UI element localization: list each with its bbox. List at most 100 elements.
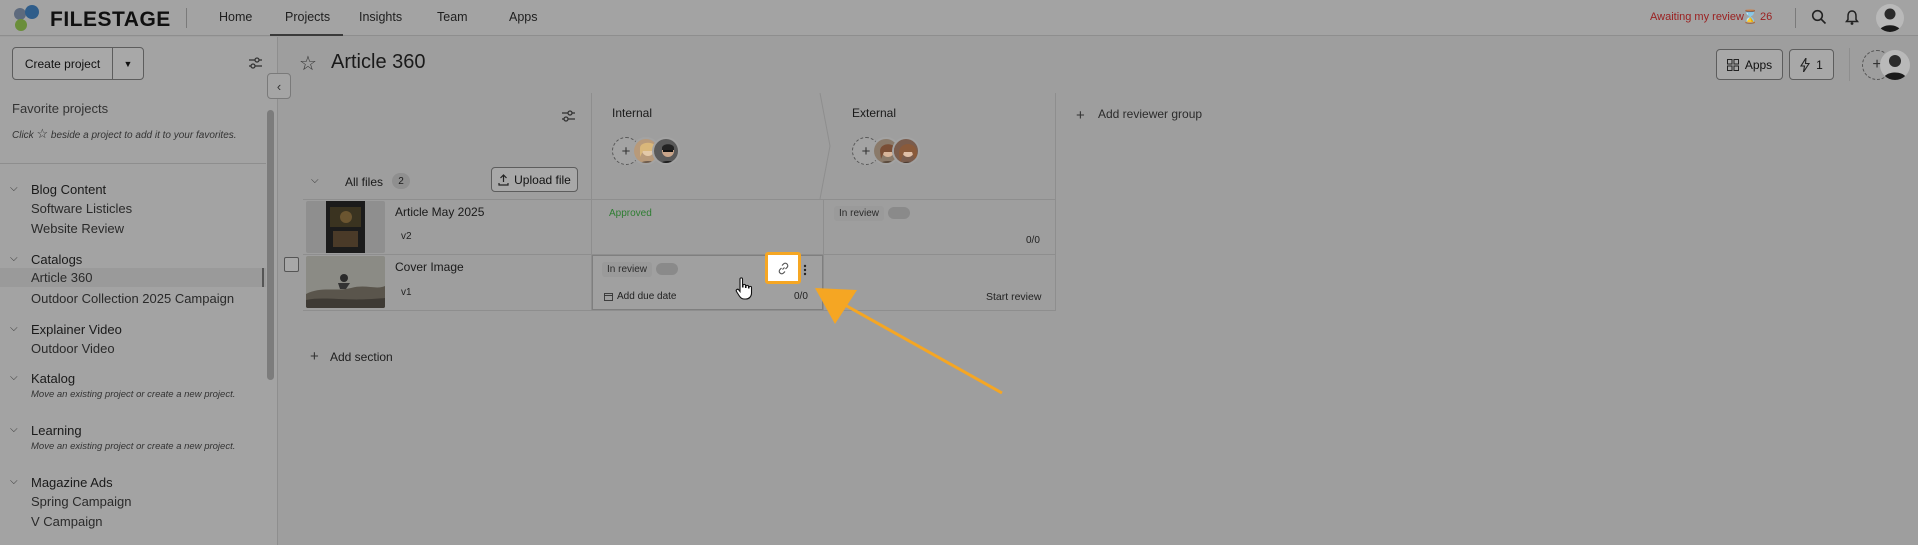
status-badge: In review: [602, 262, 653, 277]
file-version[interactable]: v2: [401, 231, 412, 242]
awaiting-review-count[interactable]: 26: [1760, 11, 1772, 23]
chevron-down-icon[interactable]: ⌵: [10, 323, 18, 334]
copy-review-link-button[interactable]: [765, 252, 801, 284]
bell-icon[interactable]: [1844, 9, 1860, 26]
project-item-outdoor-collection[interactable]: Outdoor Collection 2025 Campaign: [31, 291, 234, 306]
project-item-outdoor-video[interactable]: Outdoor Video: [31, 341, 115, 356]
annotation-arrow: [805, 280, 1005, 400]
search-icon[interactable]: [1811, 9, 1827, 25]
reviewer-avatar[interactable]: [892, 137, 920, 165]
section-title-all-files[interactable]: All files: [345, 175, 383, 189]
brand-logo-text[interactable]: FILESTAGE: [50, 8, 171, 32]
column-settings-icon[interactable]: [561, 109, 576, 123]
page-title: Article 360: [331, 51, 426, 73]
file-thumbnail[interactable]: [306, 256, 385, 308]
filter-sliders-icon[interactable]: [248, 56, 263, 70]
project-group-magazine-ads[interactable]: Magazine Ads: [31, 475, 113, 490]
filestage-logo-icon[interactable]: [12, 4, 46, 32]
nav-home[interactable]: Home: [219, 10, 252, 24]
link-icon: [777, 262, 790, 275]
upload-file-label: Upload file: [514, 172, 571, 187]
collapse-sidebar-button[interactable]: ‹: [267, 73, 291, 99]
review-progress: 0/0: [1026, 235, 1040, 246]
project-group-blog-content[interactable]: Blog Content: [31, 182, 106, 197]
chevron-down-icon[interactable]: ⌵: [10, 253, 18, 264]
more-options-icon[interactable]: [803, 264, 807, 276]
awaiting-review-link[interactable]: Awaiting my review: [1650, 11, 1744, 23]
empty-group-hint: Move an existing project or create a new…: [31, 441, 236, 452]
project-group-learning[interactable]: Learning: [31, 423, 82, 438]
upload-icon: [498, 173, 509, 186]
project-item-software-listicles[interactable]: Software Listicles: [31, 201, 132, 216]
project-item-website-review[interactable]: Website Review: [31, 221, 124, 236]
nav-projects[interactable]: Projects: [285, 10, 330, 24]
create-project-dropdown-button[interactable]: ▼: [112, 47, 144, 80]
file-thumbnail[interactable]: [306, 201, 385, 253]
plus-icon[interactable]: +: [1076, 107, 1085, 124]
chevron-down-icon[interactable]: ⌵: [10, 372, 18, 383]
favorites-hint: Click ☆ beside a project to add it to yo…: [12, 126, 237, 142]
row-divider: [303, 199, 1056, 200]
apps-button-label: Apps: [1744, 57, 1773, 72]
member-avatar[interactable]: [1880, 50, 1910, 80]
divider: [1849, 48, 1850, 81]
add-section-button[interactable]: Add section: [330, 350, 393, 364]
project-group-explainer-video[interactable]: Explainer Video: [31, 322, 122, 337]
chevron-down-icon[interactable]: ⌵: [10, 183, 18, 194]
project-group-catalogs[interactable]: Catalogs: [31, 252, 82, 267]
status-badge: In review: [834, 206, 885, 221]
divider: [0, 163, 266, 164]
selected-item-marker: [262, 268, 264, 287]
favorites-hint-prefix: Click: [12, 130, 34, 141]
upload-file-button[interactable]: Upload file: [491, 167, 578, 192]
nav-active-indicator: [270, 34, 343, 36]
chevron-down-icon[interactable]: ⌵: [311, 175, 319, 186]
create-project-button[interactable]: Create project: [12, 47, 113, 80]
automations-count: 1: [1816, 57, 1823, 72]
nav-team[interactable]: Team: [437, 10, 468, 24]
plus-icon: +: [861, 142, 871, 160]
empty-group-hint: Move an existing project or create a new…: [31, 389, 236, 400]
review-toggle[interactable]: [888, 207, 910, 219]
status-approved: Approved: [609, 208, 652, 219]
project-item-v-campaign[interactable]: V Campaign: [31, 514, 103, 529]
review-toggle[interactable]: [656, 263, 678, 275]
calendar-icon: [604, 292, 613, 301]
favorite-star-icon[interactable]: ☆: [299, 51, 317, 76]
file-name-article-may-2025[interactable]: Article May 2025: [395, 205, 484, 219]
divider: [186, 8, 187, 28]
file-name-cover-image[interactable]: Cover Image: [395, 260, 464, 274]
project-item-article-360[interactable]: Article 360: [31, 270, 92, 285]
divider: [1795, 8, 1796, 28]
chevron-down-icon[interactable]: ⌵: [10, 424, 18, 435]
sidebar-scrollbar[interactable]: [267, 110, 274, 380]
reviewer-avatar[interactable]: [652, 137, 680, 165]
project-group-katalog[interactable]: Katalog: [31, 371, 75, 386]
file-select-checkbox[interactable]: [284, 257, 299, 272]
grid-icon: [1726, 58, 1739, 71]
reviewer-group-external-title[interactable]: External: [852, 106, 896, 120]
nav-apps[interactable]: Apps: [509, 10, 538, 24]
add-due-date-link[interactable]: Add due date: [617, 291, 677, 302]
plus-icon[interactable]: +: [310, 348, 319, 365]
reviewer-group-internal-title[interactable]: Internal: [612, 106, 652, 120]
file-version[interactable]: v1: [401, 287, 412, 298]
hourglass-icon: ⌛: [1742, 9, 1759, 24]
hand-pointer-cursor-icon: [735, 276, 753, 300]
user-avatar[interactable]: [1876, 4, 1904, 32]
column-arrow-separator: [818, 93, 832, 199]
nav-insights[interactable]: Insights: [359, 10, 402, 24]
plus-icon: +: [621, 142, 631, 160]
automations-button[interactable]: 1: [1789, 49, 1834, 80]
favorites-hint-suffix: beside a project to add it to your favor…: [50, 130, 237, 141]
column-divider: [1055, 93, 1056, 310]
chevron-down-icon[interactable]: ⌵: [10, 476, 18, 487]
project-item-spring-campaign[interactable]: Spring Campaign: [31, 494, 131, 509]
lightning-bolt-icon: [1800, 57, 1811, 72]
add-reviewer-group-button[interactable]: Add reviewer group: [1098, 107, 1202, 121]
chevron-left-icon: ‹: [276, 78, 282, 94]
star-outline-icon: ☆: [36, 126, 49, 141]
apps-button[interactable]: Apps: [1716, 49, 1783, 80]
caret-down-icon: ▼: [123, 58, 133, 69]
file-count-badge: 2: [392, 173, 410, 189]
